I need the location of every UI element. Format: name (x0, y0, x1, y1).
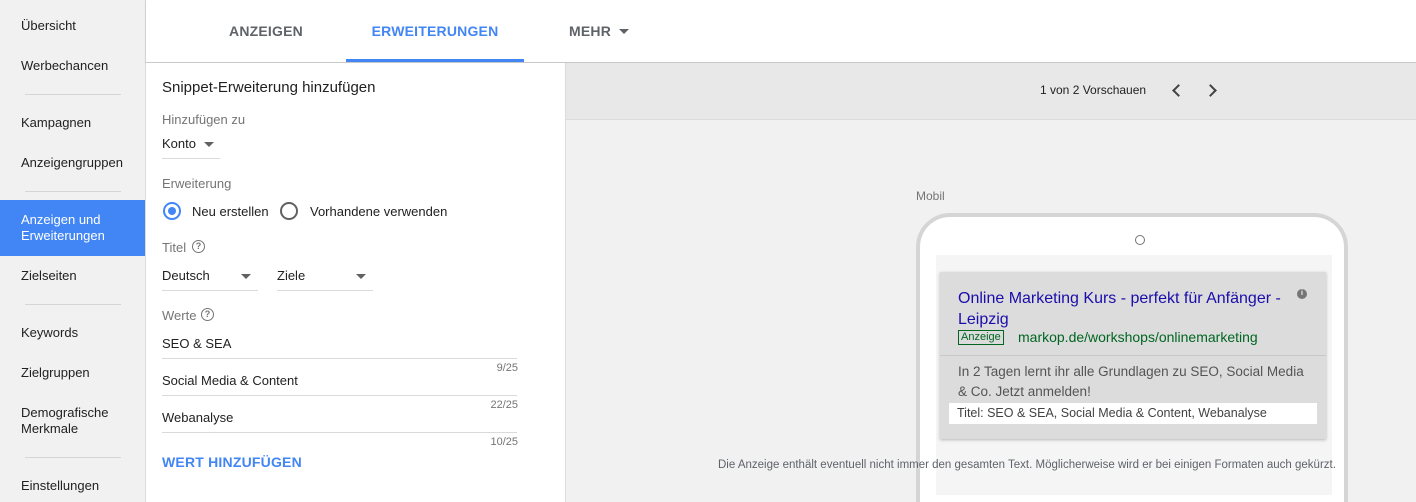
chevron-left-icon[interactable] (1172, 84, 1185, 97)
sidebar-item-keywords[interactable]: Keywords (0, 325, 145, 341)
ad-divider (940, 355, 1326, 356)
caret-down-icon (241, 274, 251, 279)
language-value: Deutsch (162, 268, 210, 283)
ad-headline-line1: Online Marketing Kurs - perfekt für Anfä… (958, 290, 1281, 307)
sidebar-item-landing-pages[interactable]: Zielseiten (0, 268, 145, 284)
radio-existing[interactable]: Vorhandene verwenden (279, 201, 449, 223)
radio-unselected-icon (280, 202, 298, 220)
active-tab-indicator (346, 59, 524, 62)
sidebar-divider (25, 457, 121, 458)
value-counter: 10/25 (490, 436, 518, 448)
sidebar-item-label-line1: Demografische (21, 405, 109, 420)
dropdown-underline (162, 158, 220, 159)
tab-more[interactable]: MEHR (554, 0, 644, 62)
device-label: Mobil (916, 189, 945, 203)
sidebar-item-audiences[interactable]: Zielgruppen (0, 365, 145, 381)
phone-camera-icon (1135, 235, 1145, 245)
radio-existing-label: Vorhandene verwenden (310, 204, 448, 219)
caret-down-icon (619, 28, 630, 34)
header-dropdown[interactable]: Ziele (277, 265, 373, 291)
add-value-button[interactable]: WERT HINZUFÜGEN (162, 454, 302, 470)
sidebar-nav: Übersicht Werbechancen Kampagnen Anzeige… (0, 0, 146, 502)
ad-display-url: markop.de/workshops/onlinemarketing (1018, 329, 1258, 345)
value-text: SEO & SEA (162, 336, 232, 351)
form-title: Snippet-Erweiterung hinzufügen (162, 79, 376, 96)
value-text: Social Media & Content (162, 373, 298, 388)
preview-disclaimer: Die Anzeige enthält eventuell nicht imme… (718, 459, 1336, 471)
language-dropdown[interactable]: Deutsch (162, 265, 258, 291)
value-input-3[interactable]: Webanalyse (162, 402, 517, 438)
help-icon[interactable]: ? (201, 308, 214, 321)
add-to-value: Konto (162, 136, 196, 151)
sidebar-divider (25, 94, 121, 95)
input-underline (162, 395, 517, 396)
radio-selected-icon (163, 202, 181, 220)
value-input-1[interactable]: SEO & SEA (162, 328, 517, 364)
tab-ads[interactable]: ANZEIGEN (206, 0, 326, 62)
value-text: Webanalyse (162, 410, 234, 425)
values-label: Werte (162, 308, 197, 323)
add-to-dropdown[interactable]: Konto (162, 133, 220, 159)
info-icon[interactable]: i (1297, 289, 1307, 299)
add-to-label: Hinzufügen zu (162, 112, 246, 127)
ad-badge: Anzeige (958, 330, 1004, 345)
tab-extensions[interactable]: ERWEITERUNGEN (346, 0, 524, 62)
snippet-extension-form: Snippet-Erweiterung hinzufügen Hinzufüge… (146, 63, 566, 502)
sidebar-item-demographics[interactable]: Demografische Merkmale (0, 405, 145, 437)
tab-bar: ANZEIGEN ERWEITERUNGEN MEHR (146, 0, 1416, 63)
preview-header: 1 von 2 Vorschauen (566, 63, 1416, 120)
input-underline (162, 358, 517, 359)
radio-new-label: Neu erstellen (192, 204, 269, 219)
sidebar-item-label-line2: Erweiterungen (21, 228, 105, 243)
ad-description-line2: & Co. Jetzt anmelden! (958, 384, 1091, 399)
ad-preview-panel: 1 von 2 Vorschauen Mobil Online Marketin… (566, 63, 1416, 502)
tab-more-label: MEHR (568, 23, 612, 39)
sidebar-item-label-line2: Merkmale (21, 421, 79, 436)
sidebar-item-opportunities[interactable]: Werbechancen (0, 58, 145, 74)
extension-label: Erweiterung (162, 176, 232, 191)
ad-headline-line2: Leipzig (958, 311, 1009, 328)
ad-card: Online Marketing Kurs - perfekt für Anfä… (940, 272, 1326, 439)
sidebar-item-settings[interactable]: Einstellungen (0, 478, 145, 494)
header-value: Ziele (277, 268, 306, 283)
ad-description: In 2 Tagen lernt ihr alle Grundlagen zu … (958, 362, 1318, 402)
radio-new[interactable]: Neu erstellen (162, 201, 272, 223)
chevron-right-icon[interactable] (1204, 84, 1217, 97)
value-input-2[interactable]: Social Media & Content (162, 365, 517, 401)
ad-description-line1: In 2 Tagen lernt ihr alle Grundlagen zu … (958, 364, 1304, 379)
ad-structured-snippet: Titel: SEO & SEA, Social Media & Content… (949, 403, 1317, 424)
input-underline (162, 432, 517, 433)
title-label: Titel (162, 240, 187, 255)
caret-down-icon (204, 142, 214, 147)
help-icon[interactable]: ? (192, 240, 205, 253)
sidebar-item-campaigns[interactable]: Kampagnen (0, 115, 145, 131)
sidebar-item-overview[interactable]: Übersicht (0, 18, 145, 34)
sidebar-divider (25, 191, 121, 192)
dropdown-underline (277, 290, 373, 291)
preview-pager-text: 1 von 2 Vorschauen (1040, 83, 1147, 97)
sidebar-item-ads-extensions[interactable]: Anzeigen und Erweiterungen (0, 200, 145, 256)
caret-down-icon (356, 274, 366, 279)
sidebar-item-ad-groups[interactable]: Anzeigengruppen (0, 155, 145, 171)
ad-headline[interactable]: Online Marketing Kurs - perfekt für Anfä… (958, 288, 1288, 330)
sidebar-divider (25, 304, 121, 305)
dropdown-underline (162, 290, 258, 291)
sidebar-item-label-line1: Anzeigen und (21, 212, 101, 227)
